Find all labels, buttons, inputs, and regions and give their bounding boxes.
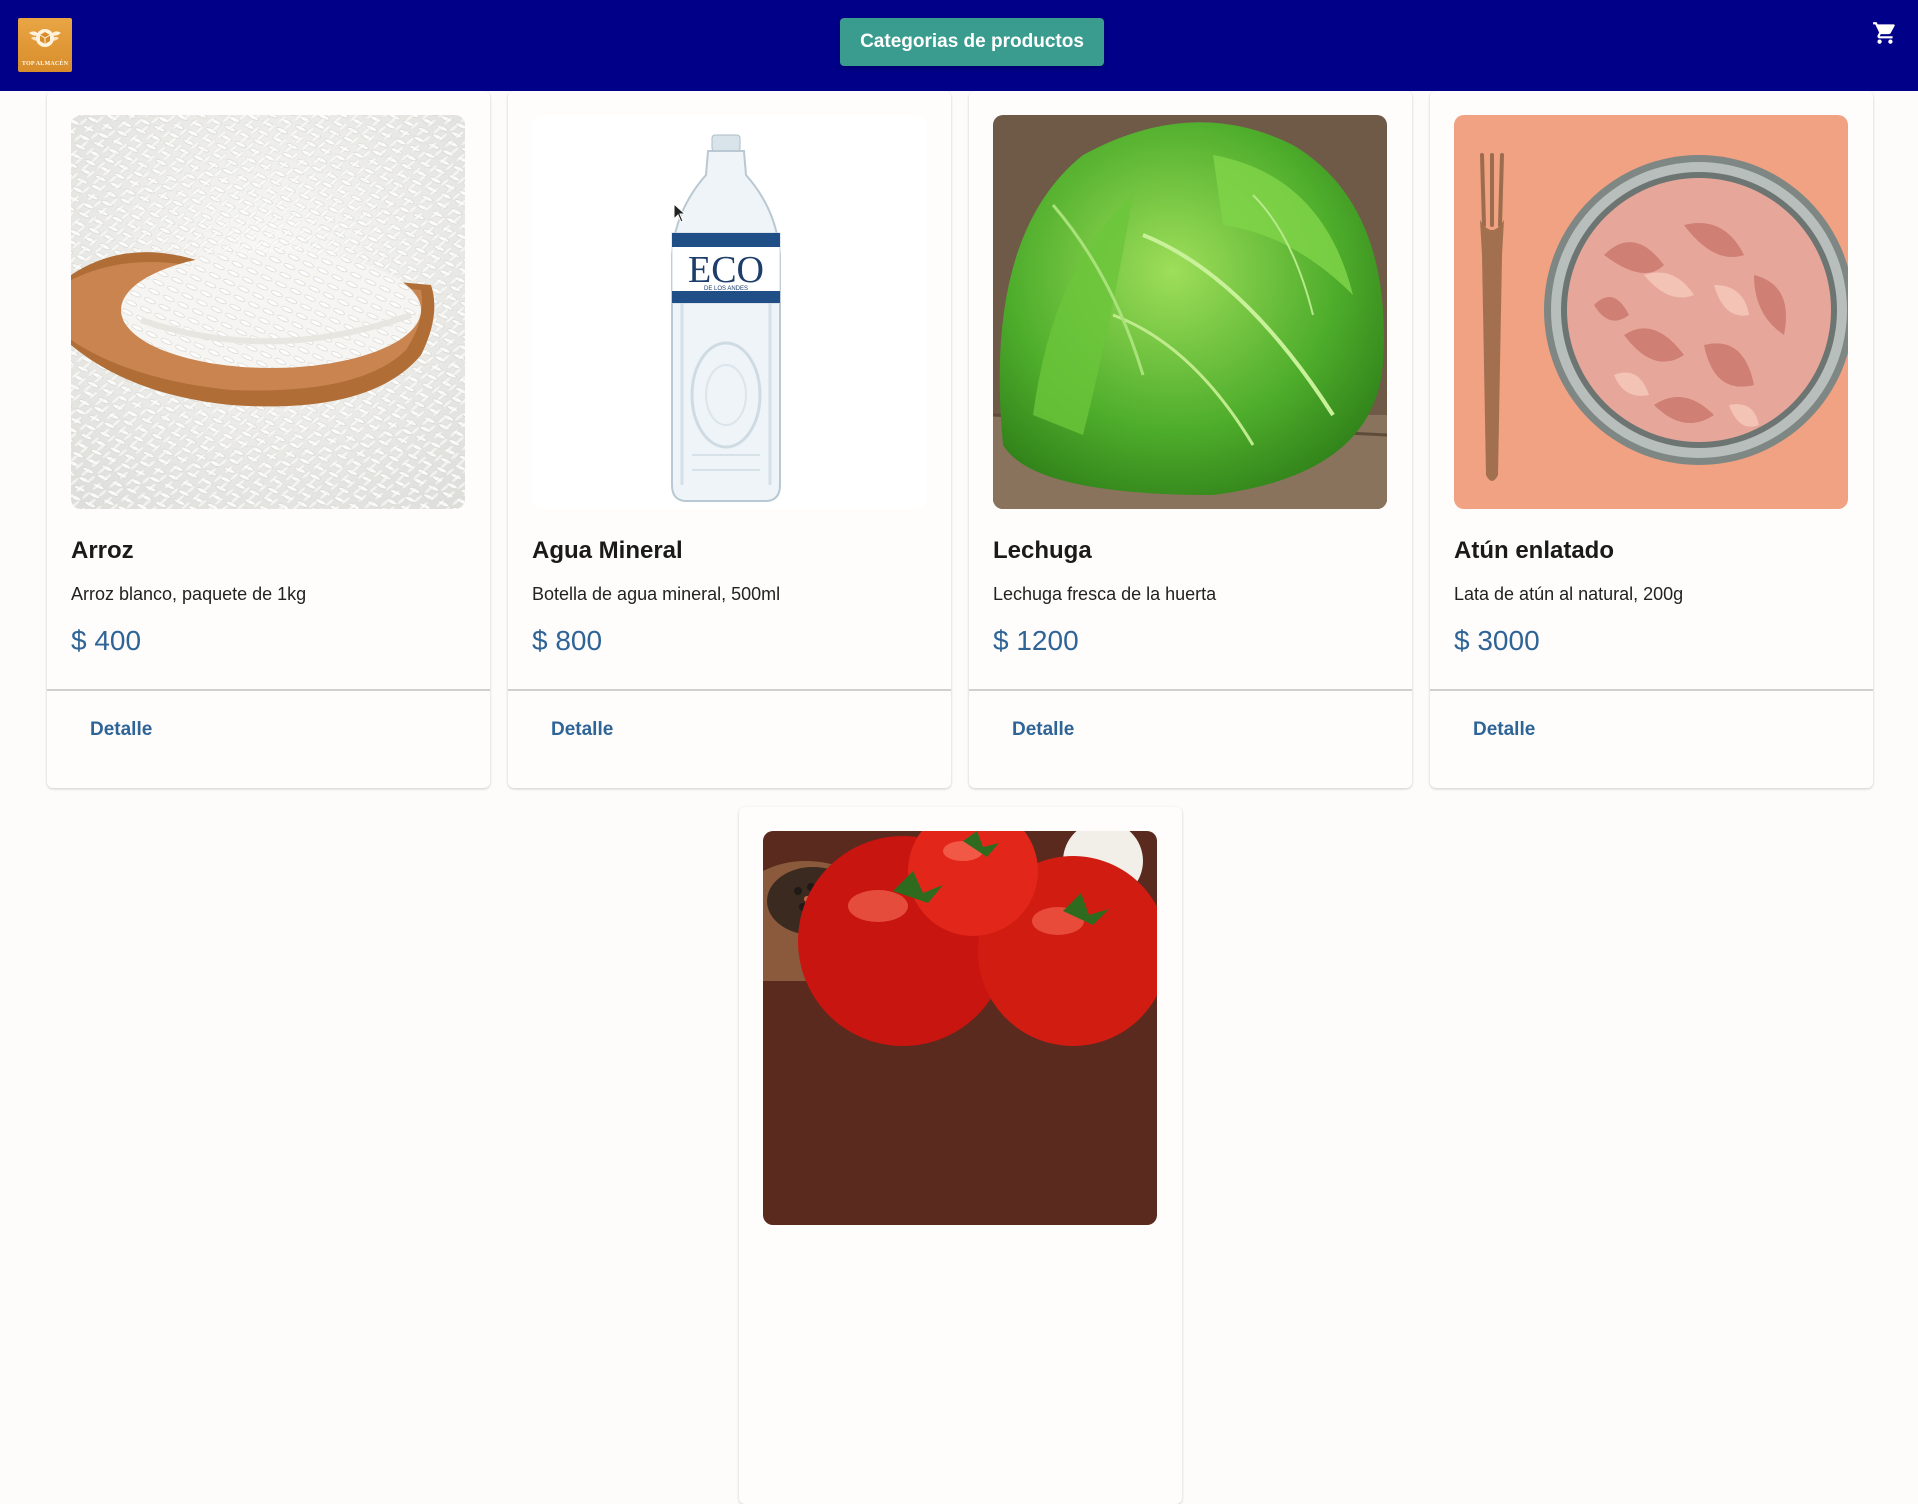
card-divider bbox=[1430, 689, 1873, 691]
categories-button[interactable]: Categorias de productos bbox=[840, 18, 1104, 66]
product-title: Agua Mineral bbox=[532, 537, 683, 564]
product-title: Atún enlatado bbox=[1454, 537, 1614, 564]
product-description: Lata de atún al natural, 200g bbox=[1454, 584, 1684, 604]
product-card: Lechuga Lechuga fresca de la huerta $ 12… bbox=[969, 91, 1412, 788]
product-card bbox=[739, 807, 1182, 1504]
product-title: Lechuga bbox=[993, 537, 1092, 564]
lettuce-image bbox=[993, 115, 1387, 509]
detail-button[interactable]: Detalle bbox=[1473, 719, 1535, 741]
product-description: Arroz blanco, paquete de 1kg bbox=[71, 584, 307, 604]
tomatoes-image bbox=[763, 831, 1157, 1225]
product-card: Atún enlatado Lata de atún al natural, 2… bbox=[1430, 91, 1873, 788]
rice-image bbox=[71, 115, 465, 509]
detail-button[interactable]: Detalle bbox=[551, 719, 613, 741]
card-divider bbox=[47, 689, 490, 691]
logo-emblem-icon bbox=[29, 29, 61, 47]
bottle-brand-text: ECO bbox=[688, 249, 764, 291]
water-bottle-image: ECO DE LOS ANDES bbox=[532, 115, 926, 509]
product-price: $ 400 bbox=[71, 625, 142, 656]
product-description: Botella de agua mineral, 500ml bbox=[532, 584, 781, 604]
product-description: Lechuga fresca de la huerta bbox=[993, 584, 1217, 604]
shopping-cart-icon[interactable] bbox=[1872, 20, 1898, 46]
card-divider bbox=[969, 689, 1412, 691]
card-divider bbox=[508, 689, 951, 691]
bottle-subtext: DE LOS ANDES bbox=[704, 286, 748, 292]
logo-text: TOP ALMACÉN bbox=[21, 61, 69, 67]
product-price: $ 3000 bbox=[1454, 625, 1540, 656]
product-price: $ 800 bbox=[532, 625, 603, 656]
canned-tuna-image bbox=[1454, 115, 1848, 509]
product-price: $ 1200 bbox=[993, 625, 1079, 656]
store-logo[interactable]: TOP ALMACÉN bbox=[18, 18, 72, 72]
top-navbar: TOP ALMACÉN Categorias de productos bbox=[0, 0, 1918, 91]
detail-button[interactable]: Detalle bbox=[90, 719, 152, 741]
product-card: ECO DE LOS ANDES Agua Mineral Botella de… bbox=[508, 91, 951, 788]
detail-button[interactable]: Detalle bbox=[1012, 719, 1074, 741]
product-card: Arroz Arroz blanco, paquete de 1kg $ 400… bbox=[47, 91, 490, 788]
product-title: Arroz bbox=[71, 537, 134, 564]
mouse-cursor-icon bbox=[673, 203, 687, 223]
